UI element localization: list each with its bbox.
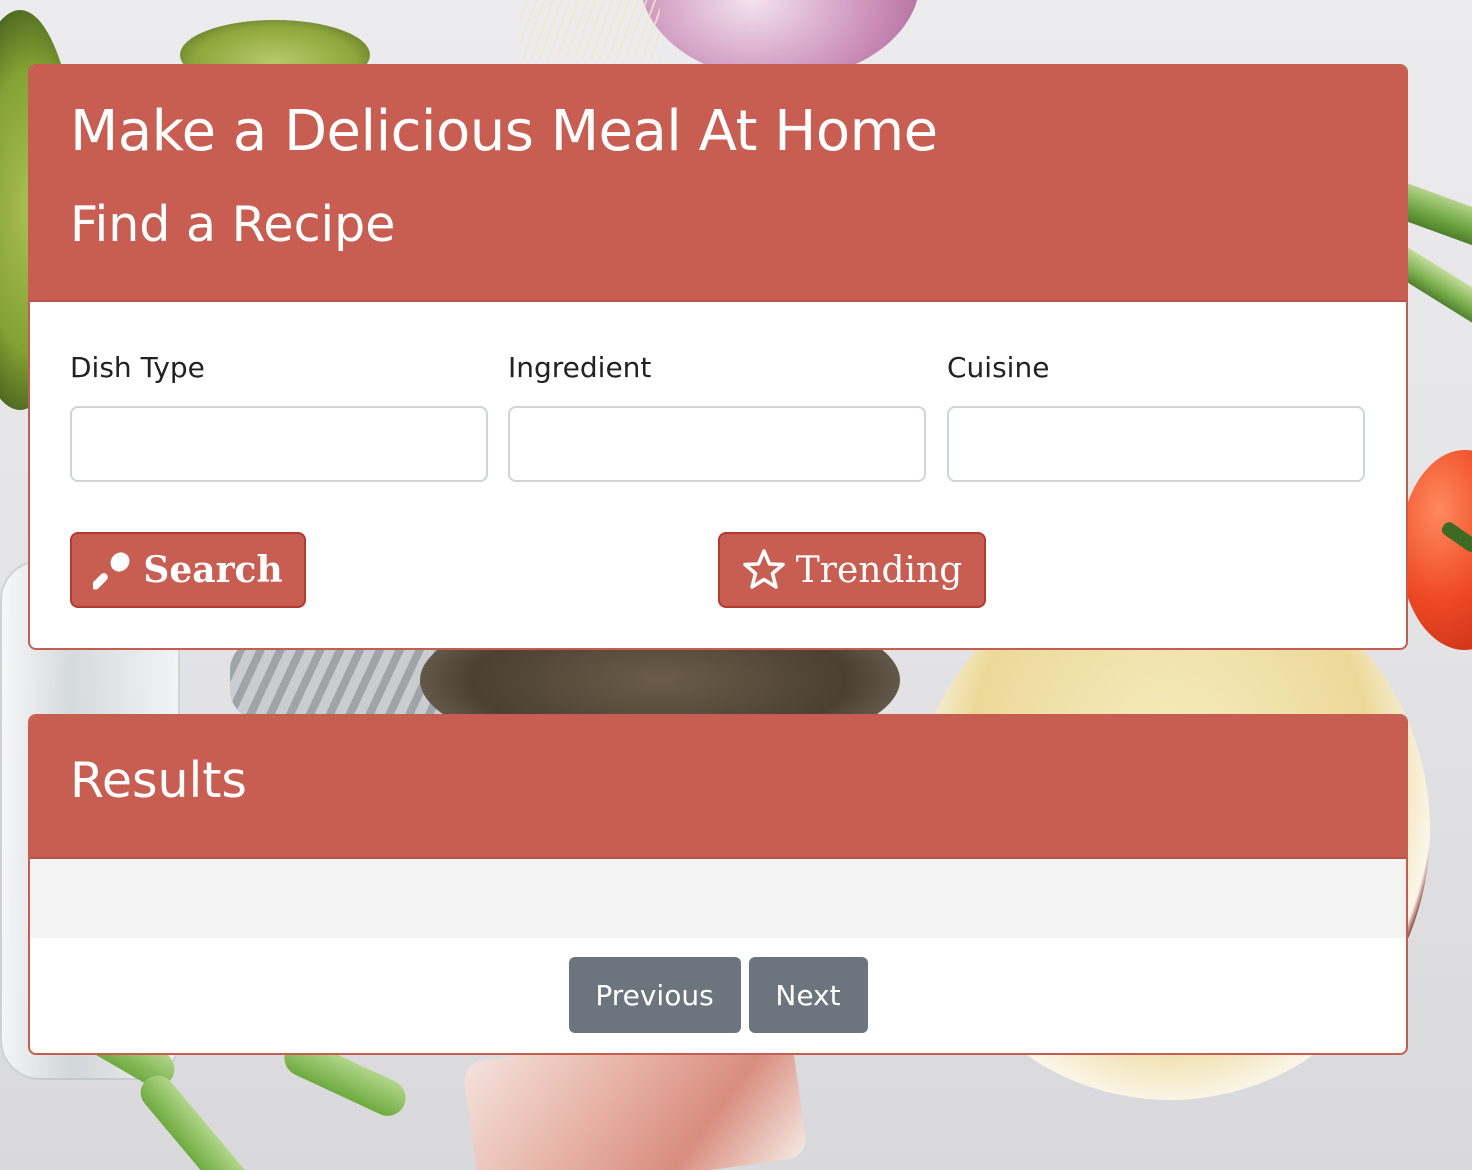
cuisine-field-group: Cuisine <box>947 351 1365 482</box>
results-title: Results <box>70 752 247 809</box>
tomato-decoration <box>1400 450 1472 650</box>
next-button[interactable]: Next <box>748 957 868 1033</box>
page-subtitle: Find a Recipe <box>70 196 396 253</box>
previous-button[interactable]: Previous <box>568 957 741 1033</box>
star-icon <box>742 548 786 592</box>
cuisine-label: Cuisine <box>947 351 1050 384</box>
trending-button[interactable]: Trending <box>718 532 986 608</box>
ingredient-field-group: Ingredient <box>508 351 926 482</box>
search-panel-header: Make a Delicious Meal At Home Find a Rec… <box>30 66 1406 302</box>
dish-type-input[interactable] <box>70 406 488 482</box>
spoon-icon <box>93 550 133 590</box>
recipe-search-panel: Make a Delicious Meal At Home Find a Rec… <box>28 64 1408 650</box>
search-button[interactable]: Search <box>70 532 306 608</box>
search-button-label: Search <box>143 549 283 591</box>
asparagus-decoration <box>133 1068 257 1170</box>
ingredient-label: Ingredient <box>508 351 652 384</box>
pagination: Previous Next <box>30 957 1406 1033</box>
page-title: Make a Delicious Meal At Home <box>70 99 938 164</box>
results-panel-header: Results <box>30 716 1406 859</box>
onion-roots-decoration <box>520 0 660 60</box>
results-panel: Results Previous Next <box>28 714 1408 1055</box>
cuisine-input[interactable] <box>947 406 1365 482</box>
results-list <box>30 859 1406 938</box>
trending-button-label: Trending <box>795 549 963 591</box>
dish-type-label: Dish Type <box>70 351 205 384</box>
ingredient-input[interactable] <box>508 406 926 482</box>
dish-type-field-group: Dish Type <box>70 351 488 482</box>
